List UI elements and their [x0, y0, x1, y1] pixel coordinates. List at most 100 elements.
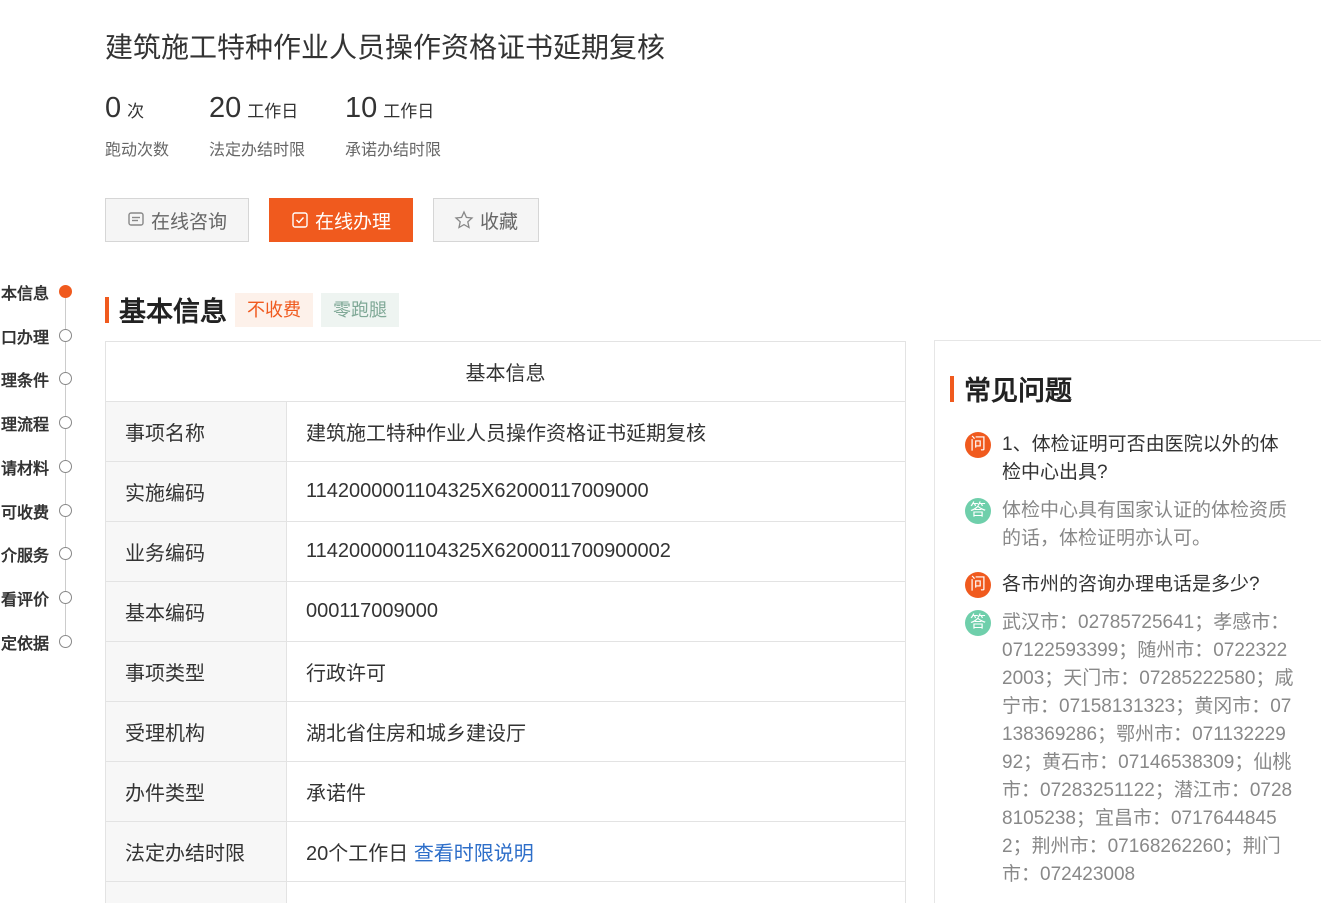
heading-accent-bar: [950, 375, 954, 402]
side-nav-item-basic-info[interactable]: 本信息: [0, 270, 80, 314]
favorite-button[interactable]: 收藏: [433, 198, 539, 242]
row-value: 湖北省住房和城乡建设厅: [286, 701, 906, 762]
table-header: 基本信息: [105, 341, 906, 402]
stat-label: 法定办结时限: [209, 142, 306, 159]
stat-value: 0: [105, 92, 122, 124]
online-consult-label: 在线咨询: [150, 211, 227, 233]
stat-visits: 0次 跑动次数: [105, 90, 169, 160]
side-nav-label: 看评价: [0, 592, 49, 610]
side-nav-label: 理流程: [0, 417, 49, 435]
table-row: 业务编码 1142000001104325X6200011700900002: [105, 521, 906, 582]
side-nav-item-process[interactable]: 理流程: [0, 401, 80, 445]
faq-item: 问 各市州的咨询办理电话是多少? 答 武汉市：02785725641；孝感市：0…: [965, 571, 1295, 889]
favorite-label: 收藏: [479, 211, 518, 233]
side-nav-dot-icon: [59, 328, 72, 342]
section-title: 基本信息: [119, 297, 227, 327]
row-key: 实施编码: [105, 461, 287, 522]
table-row: 基本编码 000117009000: [105, 581, 906, 642]
row-value: 承诺件: [286, 761, 906, 822]
stat-label: 承诺办结时限: [345, 142, 442, 159]
action-buttons: 在线咨询 在线办理 收藏: [105, 198, 559, 242]
side-nav-dot-icon: [59, 547, 72, 561]
row-key: 事项名称: [105, 401, 287, 462]
row-value: 行政许可: [286, 641, 906, 702]
side-nav-item-window[interactable]: 口办理: [0, 314, 80, 358]
faq-answer: 答 体检中心具有国家认证的体检资质的话，体检证明亦认可。: [965, 497, 1295, 553]
answer-badge-icon: 答: [965, 610, 991, 636]
side-nav-dot-icon: [59, 591, 72, 605]
stat-value: 10: [345, 92, 378, 124]
row-value: 建筑施工特种作业人员操作资格证书延期复核: [286, 401, 906, 462]
side-nav-label: 理条件: [0, 373, 49, 391]
faq-title: 常见问题: [964, 376, 1072, 406]
side-nav-label: 定依据: [0, 635, 49, 653]
side-nav-dot-icon: [59, 503, 72, 517]
stat-unit: 工作日: [383, 102, 435, 121]
zero-visit-tag: 零跑腿: [321, 292, 399, 327]
row-key: 业务编码: [105, 521, 287, 582]
side-nav-item-legal-basis[interactable]: 定依据: [0, 620, 80, 664]
side-nav-label: 请材料: [0, 460, 49, 478]
row-value: 1142000001104325X62000117009000: [286, 461, 906, 522]
side-nav-label: 可收费: [0, 504, 49, 522]
online-handle-button[interactable]: 在线办理: [269, 198, 413, 242]
star-icon: [454, 210, 474, 229]
stat-unit: 工作日: [247, 102, 299, 121]
question-badge-icon: 问: [965, 432, 991, 458]
side-nav-label: 口办理: [0, 329, 49, 347]
stat-promised-limit: 10 工作日 承诺办结时限: [345, 90, 441, 160]
row-key: 受理机构: [105, 701, 287, 762]
answer-badge-icon: 答: [965, 498, 991, 524]
side-nav-dot-icon: [59, 372, 72, 386]
faq-question[interactable]: 问 1、体检证明可否由医院以外的体检中心出具?: [965, 431, 1295, 487]
side-nav-item-agency[interactable]: 介服务: [0, 533, 80, 577]
question-text: 1、体检证明可否由医院以外的体检中心出具?: [1002, 434, 1279, 483]
question-text: 各市州的咨询办理电话是多少?: [1002, 574, 1260, 595]
stat-label: 跑动次数: [105, 142, 170, 159]
stat-legal-limit: 20 工作日 法定办结时限: [209, 90, 305, 160]
table-row: 事项名称 建筑施工特种作业人员操作资格证书延期复核: [105, 401, 906, 462]
faq-question[interactable]: 问 各市州的咨询办理电话是多少?: [965, 571, 1295, 599]
table-row: 事项类型 行政许可: [105, 641, 906, 702]
table-row: 实施编码 1142000001104325X62000117009000: [105, 461, 906, 522]
chat-icon: [128, 212, 144, 226]
basic-info-heading: 基本信息 不收费 零跑腿: [105, 290, 399, 329]
side-nav-dot-icon: [59, 634, 72, 648]
side-nav-item-materials[interactable]: 请材料: [0, 445, 80, 489]
row-key: 办件类型: [105, 761, 287, 822]
row-value-with-link: 20个工作日 查看时限说明: [286, 821, 906, 882]
side-nav-item-reviews[interactable]: 看评价: [0, 576, 80, 620]
faq-item: 问 1、体检证明可否由医院以外的体检中心出具? 答 体检中心具有国家认证的体检资…: [965, 431, 1295, 553]
faq-heading: 常见问题: [950, 369, 1072, 408]
table-row: 法定办结时限 20个工作日 查看时限说明: [105, 821, 906, 882]
online-consult-button[interactable]: 在线咨询: [105, 198, 249, 242]
row-value: 1142000001104325X6200011700900002: [286, 521, 906, 582]
heading-accent-bar: [105, 296, 109, 323]
stat-value: 20: [209, 92, 242, 124]
side-nav-label: 本信息: [0, 285, 49, 303]
page-title: 建筑施工特种作业人员操作资格证书延期复核: [105, 32, 666, 63]
no-fee-tag: 不收费: [235, 292, 313, 327]
row-value-cut: [286, 881, 906, 903]
answer-text: 体检中心具有国家认证的体检资质的话，体检证明亦认可。: [1002, 500, 1288, 549]
side-nav-label: 介服务: [0, 548, 49, 566]
side-nav-dot-icon: [59, 459, 72, 473]
basic-info-table: 基本信息 事项名称 建筑施工特种作业人员操作资格证书延期复核 实施编码 1142…: [105, 341, 906, 903]
stats-bar: 0次 跑动次数 20 工作日 法定办结时限 10 工作日 承诺办结时限: [105, 90, 481, 160]
side-nav-dot-icon: [59, 416, 72, 430]
row-key: 事项类型: [105, 641, 287, 702]
time-limit-explanation-link[interactable]: 查看时限说明: [414, 843, 534, 865]
row-key-cut: [105, 881, 287, 903]
faq-panel: 常见问题 问 1、体检证明可否由医院以外的体检中心出具? 答 体检中心具有国家认…: [934, 340, 1321, 903]
side-nav-dot-icon: [59, 284, 72, 298]
faq-list: 问 1、体检证明可否由医院以外的体检中心出具? 答 体检中心具有国家认证的体检资…: [965, 431, 1295, 903]
row-key: 基本编码: [105, 581, 287, 642]
stat-unit: 次: [127, 102, 145, 121]
row-value: 20个工作日: [306, 843, 409, 865]
faq-answer: 答 武汉市：02785725641；孝感市：07122593399；随州市：07…: [965, 609, 1295, 889]
row-key: 法定办结时限: [105, 821, 287, 882]
row-value: 000117009000: [286, 581, 906, 642]
side-nav-item-fees[interactable]: 可收费: [0, 489, 80, 533]
side-nav-item-conditions[interactable]: 理条件: [0, 358, 80, 402]
table-header-row: 基本信息: [105, 341, 906, 402]
